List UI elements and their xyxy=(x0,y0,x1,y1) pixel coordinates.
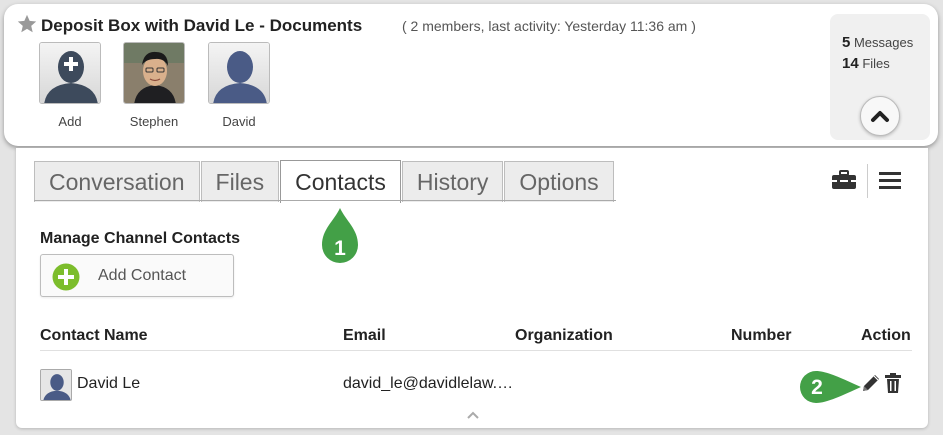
avatar[interactable] xyxy=(123,42,185,104)
chevron-up-icon[interactable] xyxy=(466,410,480,420)
channel-meta: ( 2 members, last activity: Yesterday 11… xyxy=(402,18,696,34)
files-stat: 14 Files xyxy=(842,55,890,72)
channel-stats: 5 Messages 14 Files xyxy=(830,14,930,140)
annotation-badge-2: 2 xyxy=(800,371,861,403)
plus-circle-icon xyxy=(52,263,80,291)
annotation-number: 1 xyxy=(334,237,346,260)
add-person-icon xyxy=(40,43,100,103)
channel-header: Deposit Box with David Le - Documents ( … xyxy=(4,4,938,146)
annotation-number: 2 xyxy=(811,376,823,399)
member-label: Stephen xyxy=(129,114,179,129)
tab-bar: Conversation Files Contacts History Opti… xyxy=(34,160,615,203)
messages-label: Messages xyxy=(853,35,914,50)
add-contact-button[interactable]: Add Contact xyxy=(40,254,234,297)
contact-name: David Le xyxy=(77,375,141,392)
tab-files[interactable]: Files xyxy=(200,161,280,202)
stephen-photo xyxy=(124,43,184,103)
hamburger-menu-icon[interactable] xyxy=(879,172,901,190)
member-david[interactable]: David xyxy=(208,42,270,129)
member-stephen[interactable]: Stephen xyxy=(123,42,185,129)
messages-stat: 5 Messages xyxy=(842,34,913,51)
column-header-action: Action xyxy=(861,327,911,344)
star-icon[interactable] xyxy=(16,13,38,35)
tab-options[interactable]: Options xyxy=(504,161,614,202)
files-count: 14 xyxy=(842,55,859,72)
default-person-icon xyxy=(209,43,269,103)
messages-count: 5 xyxy=(842,34,851,51)
chevron-up-icon xyxy=(871,111,889,122)
avatar[interactable] xyxy=(208,42,270,104)
add-contact-label: Add Contact xyxy=(98,267,187,284)
annotation-badge-1: 1 xyxy=(322,208,358,263)
avatar xyxy=(40,369,72,401)
channel-title: Deposit Box with David Le - Documents xyxy=(41,16,363,35)
add-member-avatar[interactable] xyxy=(39,42,101,104)
tab-contacts[interactable]: Contacts xyxy=(280,160,401,203)
tab-underline xyxy=(34,200,616,201)
pencil-icon[interactable] xyxy=(860,372,882,394)
column-header-organization[interactable]: Organization xyxy=(515,327,613,345)
section-title: Manage Channel Contacts xyxy=(40,230,241,247)
member-label: David xyxy=(222,114,256,129)
toolbar-divider xyxy=(867,164,868,198)
toolbox-icon[interactable] xyxy=(831,170,857,190)
trash-icon[interactable] xyxy=(884,372,902,394)
member-add[interactable]: Add xyxy=(39,42,101,129)
files-label: Files xyxy=(862,56,890,71)
contact-email: david_le@davidlelaw.… xyxy=(343,375,514,392)
channel-main-panel: Conversation Files Contacts History Opti… xyxy=(16,148,928,428)
tab-history[interactable]: History xyxy=(401,161,504,202)
table-divider xyxy=(40,350,912,351)
member-label: Add xyxy=(58,114,82,129)
column-header-email[interactable]: Email xyxy=(343,327,386,345)
column-header-number[interactable]: Number xyxy=(731,327,791,345)
column-header-contact-name[interactable]: Contact Name xyxy=(40,327,148,345)
tab-conversation[interactable]: Conversation xyxy=(34,161,200,202)
default-person-icon xyxy=(41,370,71,400)
collapse-header-button[interactable] xyxy=(860,96,900,136)
